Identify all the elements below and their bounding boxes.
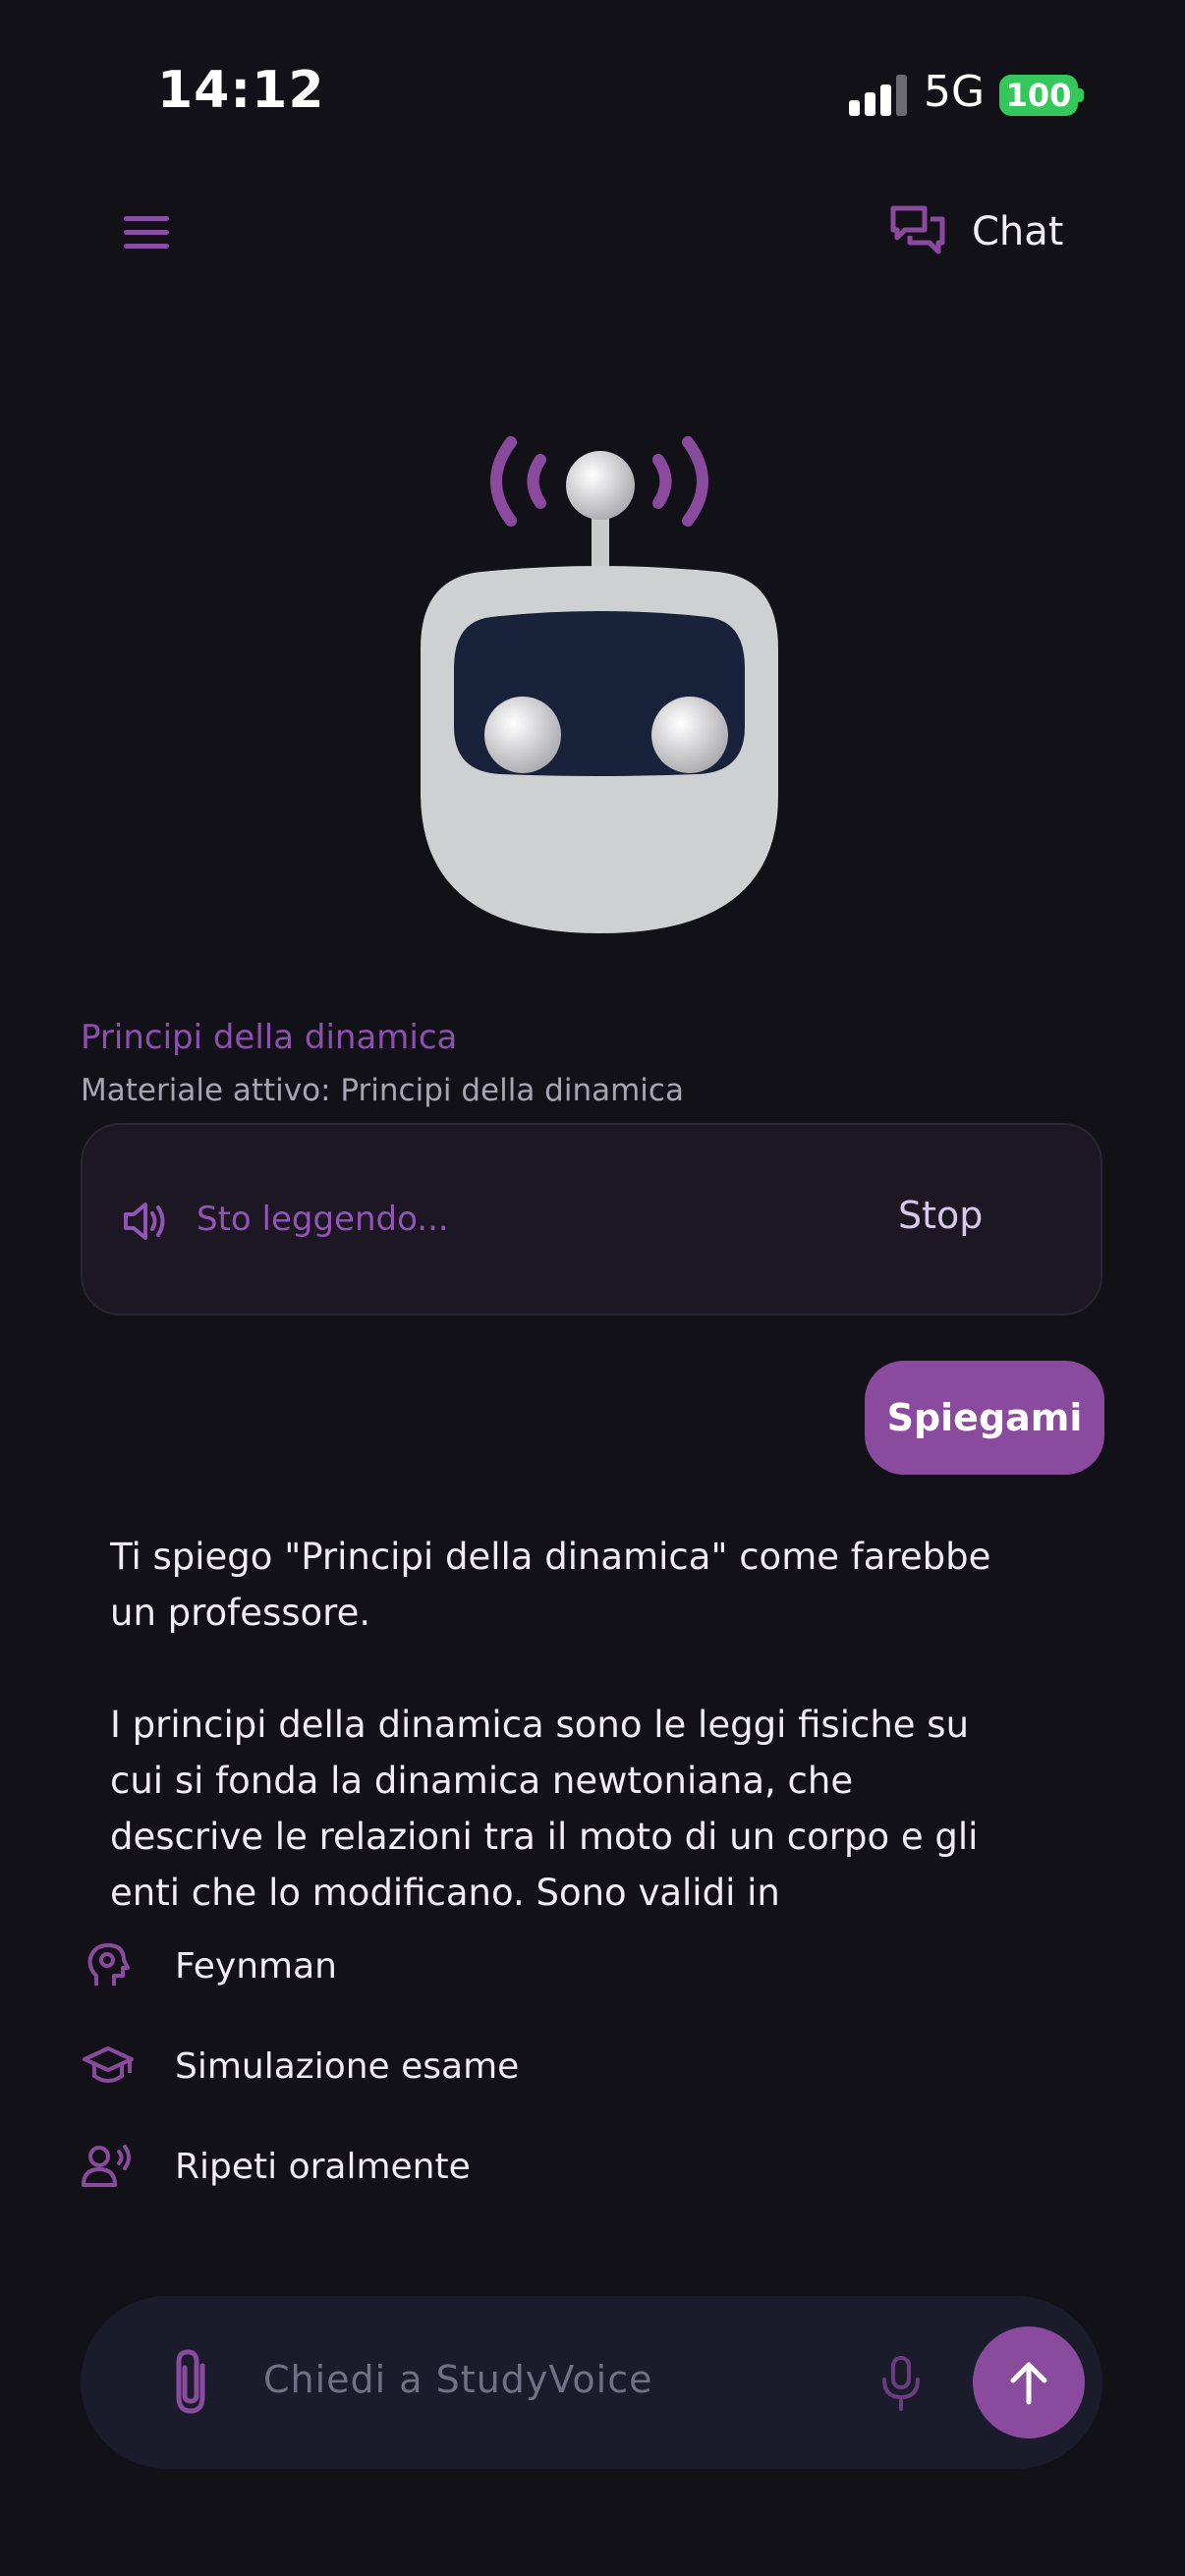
chat-input-field[interactable]: Chiedi a StudyVoice bbox=[263, 2358, 653, 2401]
chat-button[interactable]: Chat bbox=[889, 196, 1063, 267]
graduation-cap-icon bbox=[81, 2039, 136, 2094]
action-repeat-orally[interactable]: Ripeti oralmente bbox=[81, 2132, 471, 2201]
action-label: Simulazione esame bbox=[175, 2045, 520, 2087]
chat-bubbles-icon bbox=[890, 205, 945, 254]
network-type: 5G bbox=[924, 67, 986, 117]
menu-button[interactable] bbox=[110, 202, 181, 261]
action-feynman[interactable]: Feynman bbox=[81, 1932, 337, 2000]
chat-label: Chat bbox=[972, 209, 1064, 254]
status-time: 14:12 bbox=[157, 61, 325, 120]
stop-button[interactable]: Stop bbox=[898, 1194, 983, 1237]
active-material: Materiale attivo: Principi della dinamic… bbox=[81, 1073, 684, 1108]
brain-head-icon bbox=[81, 1938, 136, 1993]
arrow-up-icon bbox=[1010, 2362, 1047, 2405]
speaking-person-icon bbox=[81, 2139, 136, 2194]
user-message-bubble: Spiegami bbox=[865, 1361, 1104, 1475]
topic-title[interactable]: Principi della dinamica bbox=[81, 1018, 457, 1057]
action-label: Ripeti oralmente bbox=[175, 2146, 471, 2187]
assistant-paragraph: I principi della dinamica sono le leggi … bbox=[110, 1704, 979, 1912]
speaker-icon bbox=[124, 1203, 165, 1240]
battery-indicator: 100 bbox=[999, 75, 1078, 116]
send-button[interactable] bbox=[973, 2326, 1085, 2438]
microphone-icon[interactable] bbox=[876, 2354, 926, 2413]
action-exam-simulation[interactable]: Simulazione esame bbox=[81, 2032, 519, 2100]
action-label: Feynman bbox=[175, 1945, 337, 1987]
assistant-paragraph: Ti spiego "Principi della dinamica" come… bbox=[110, 1536, 991, 1634]
assistant-message: Ti spiego "Principi della dinamica" come… bbox=[110, 1529, 994, 1912]
cellular-signal-icon bbox=[849, 75, 908, 116]
reading-status-text: Sto leggendo... bbox=[197, 1200, 449, 1239]
reading-status-card: Sto leggendo... Stop bbox=[81, 1123, 1102, 1316]
paperclip-icon[interactable] bbox=[167, 2348, 218, 2417]
robot-mascot bbox=[421, 436, 778, 933]
battery-tip-icon bbox=[1078, 88, 1084, 102]
